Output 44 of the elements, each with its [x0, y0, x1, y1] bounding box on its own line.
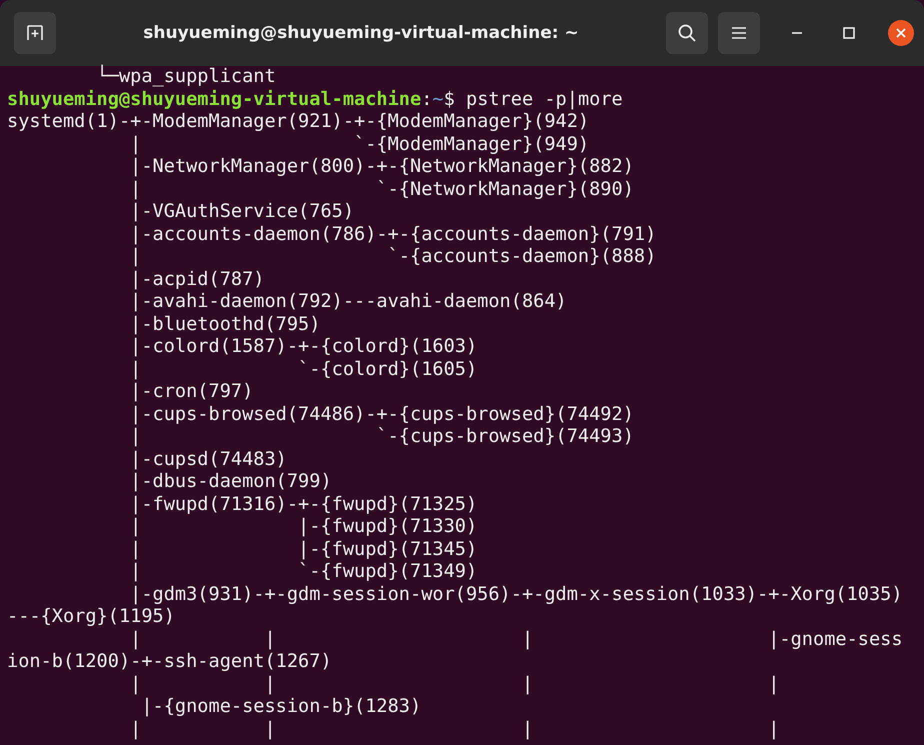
- terminal-line: |-accounts-daemon(786)-+-{accounts-daemon}(791): [129, 224, 656, 246]
- prompt-path: ~: [432, 88, 444, 111]
- terminal-line: | |-{fwupd}(71345): [129, 538, 478, 561]
- terminal-line: |-cron(797): [129, 381, 254, 404]
- terminal-line: | `-{accounts-daemon}(888): [129, 246, 656, 268]
- terminal-line: |-avahi-daemon(792)---avahi-daemon(864): [129, 291, 567, 314]
- terminal-line: | `-{ModemManager}(949): [129, 134, 590, 156]
- terminal-line: |-bluetoothd(795): [129, 314, 320, 336]
- prompt-user-host: shuyueming@shuyueming-virtual-machine: [7, 88, 422, 111]
- close-icon: [896, 28, 906, 38]
- terminal-line: |-{gnome-session-b}(1283): [140, 696, 422, 718]
- terminal-line: |-VGAuthService(765): [129, 201, 354, 224]
- terminal-line: systemd(1)-+-ModemManager(921)-+-{ModemManager}(942): [7, 111, 590, 134]
- terminal-line: | | | |: [129, 674, 780, 696]
- terminal-line: |-fwupd(71316)-+-{fwupd}(71325): [129, 494, 478, 516]
- terminal-line: ion-b(1200)-+-ssh-agent(1267): [7, 651, 332, 674]
- window-title: shuyueming@shuyueming-virtual-machine: ~: [142, 23, 580, 43]
- new-tab-icon: [26, 24, 44, 42]
- prompt-separator: :: [421, 88, 432, 111]
- menu-icon: [731, 26, 747, 40]
- terminal-line: | `-{fwupd}(71349): [129, 561, 478, 584]
- menu-button[interactable]: [718, 12, 760, 54]
- terminal-line: |-NetworkManager(800)-+-{NetworkManager}(882): [129, 156, 634, 178]
- terminal-line: |-acpid(787): [129, 268, 264, 291]
- minimize-icon: [791, 31, 803, 35]
- terminal-line: | `-{colord}(1605): [129, 358, 478, 381]
- terminal-line: |-cups-browsed(74486)-+-{cups-browsed}(74492): [129, 404, 634, 426]
- search-button[interactable]: [666, 12, 708, 54]
- terminal-line: ---{Xorg}(1195): [7, 606, 175, 628]
- terminal-line: | |-{fwupd}(71330): [129, 516, 478, 538]
- terminal-line: |-dbus-daemon(799): [129, 471, 332, 494]
- new-tab-button[interactable]: [14, 12, 56, 54]
- command-text: $ pstree -p|more: [444, 88, 623, 111]
- terminal-line: | | | |: [129, 718, 780, 741]
- terminal-line: | `-{cups-browsed}(74493): [129, 426, 634, 448]
- terminal-line: |-gdm3(931)-+-gdm-session-wor(956)-+-gdm-x-session(1033)-+-Xorg(1035): [129, 584, 903, 606]
- terminal-line: |-cupsd(74483): [129, 448, 287, 471]
- maximize-icon: [843, 27, 855, 39]
- terminal-line: | | | |-gnome-sess: [129, 628, 903, 651]
- terminal-line: └─wpa_supplicant: [96, 66, 276, 88]
- terminal-line: |-colord(1587)-+-{colord}(1603): [129, 336, 478, 358]
- close-button[interactable]: [888, 20, 914, 46]
- terminal-line: | `-{NetworkManager}(890): [129, 178, 634, 201]
- search-icon: [677, 23, 697, 43]
